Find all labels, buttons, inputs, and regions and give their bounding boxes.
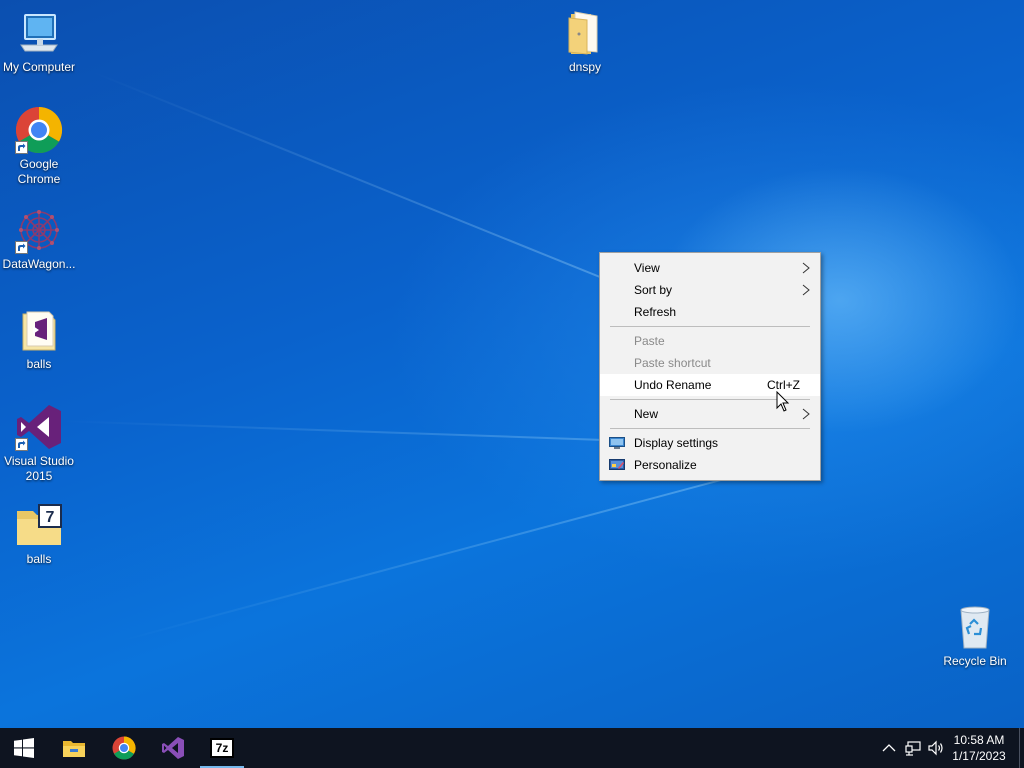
menu-item-personalize[interactable]: Personalize [600,454,820,476]
visual-studio-icon [14,402,64,452]
menu-item-label: View [634,261,660,275]
show-desktop-button[interactable] [1019,728,1024,768]
chrome-icon [14,105,64,155]
desktop-icon-dnspy[interactable]: dnspy [546,8,624,75]
taskbar: 7z 10:58 AM 1/17/2023 [0,728,1024,768]
taskbar-7zip[interactable]: 7z [198,728,246,768]
computer-icon [14,8,64,58]
chevron-right-icon [802,262,810,274]
shortcut-arrow-icon [15,438,28,451]
windows-logo-icon [14,738,34,758]
menu-item-label: New [634,407,659,421]
folder-icon [63,741,85,757]
start-button[interactable] [0,728,48,768]
menu-item-shortcut: Ctrl+Z [767,378,800,392]
menu-item-view[interactable]: View [600,257,820,279]
menu-item-label: Paste [634,334,665,348]
taskbar-file-explorer[interactable] [50,728,98,768]
vs-solution-file-icon [14,305,64,355]
desktop-icon-label: dnspy [568,60,602,74]
desktop-icon-datawagon[interactable]: DataWagon... [0,205,78,272]
datawagon-icon [14,205,64,255]
menu-separator [610,326,810,327]
shortcut-arrow-icon [15,241,28,254]
visual-studio-icon [162,737,184,759]
volume-icon[interactable] [928,740,944,756]
desktop-icon-balls-solution[interactable]: balls [0,305,78,372]
menu-item-label: Refresh [634,305,677,319]
menu-item-label: Undo Rename [634,378,712,392]
taskbar-clock[interactable]: 10:58 AM 1/17/2023 [951,732,1007,764]
desktop-icon-visual-studio-2015[interactable]: Visual Studio 2015 [0,402,78,484]
desktop-icon-my-computer[interactable]: My Computer [0,8,78,75]
desktop-icon-label: DataWagon... [2,257,76,271]
menu-item-label: Display settings [634,436,719,450]
wallpaper-beam [89,70,666,305]
mouse-cursor-icon [776,391,790,412]
folder-icon [560,8,610,58]
taskbar-chrome[interactable] [100,728,148,768]
chrome-icon [112,736,136,760]
desktop-icon-recycle-bin[interactable]: Recycle Bin [936,602,1014,669]
chevron-up-icon[interactable] [881,740,897,756]
personalize-icon [609,459,625,470]
wallpaper-beam [119,469,758,642]
menu-item-display-settings[interactable]: Display settings [600,432,820,454]
7zip-icon: 7z [210,738,234,758]
desktop-icon-label: balls [26,552,52,566]
menu-separator [610,428,810,429]
desktop-icon-balls-archive[interactable]: 7 balls [0,500,78,567]
menu-item-refresh[interactable]: Refresh [600,301,820,323]
desktop-context-menu: View Sort by Refresh Paste Paste shortcu… [599,252,821,481]
taskbar-visual-studio[interactable] [149,728,197,768]
shortcut-arrow-icon [15,141,28,154]
7zip-icon-text: 7z [215,741,229,755]
desktop-icon-label: Google Chrome [17,157,61,186]
menu-item-label: Sort by [634,283,673,297]
menu-item-label: Paste shortcut [634,356,711,370]
chevron-right-icon [802,284,810,296]
clock-time: 10:58 AM [953,733,1005,747]
chevron-right-icon [802,408,810,420]
menu-item-label: Personalize [634,458,697,472]
menu-item-paste[interactable]: Paste [600,330,820,352]
menu-item-sort-by[interactable]: Sort by [600,279,820,301]
7zip-archive-icon: 7 [14,500,64,550]
recycle-bin-icon [950,602,1000,652]
network-icon[interactable] [905,740,921,756]
menu-item-paste-shortcut[interactable]: Paste shortcut [600,352,820,374]
desktop[interactable]: My Computer Google Chrome DataWagon... b… [0,0,1024,728]
desktop-icon-label: Visual Studio 2015 [4,454,74,483]
svg-text:7: 7 [46,509,55,526]
desktop-icon-label: My Computer [2,60,76,74]
display-icon [609,437,625,449]
desktop-icon-google-chrome[interactable]: Google Chrome [0,105,78,187]
clock-date: 1/17/2023 [952,749,1006,763]
desktop-icon-label: balls [26,357,52,371]
desktop-icon-label: Recycle Bin [943,654,1007,668]
